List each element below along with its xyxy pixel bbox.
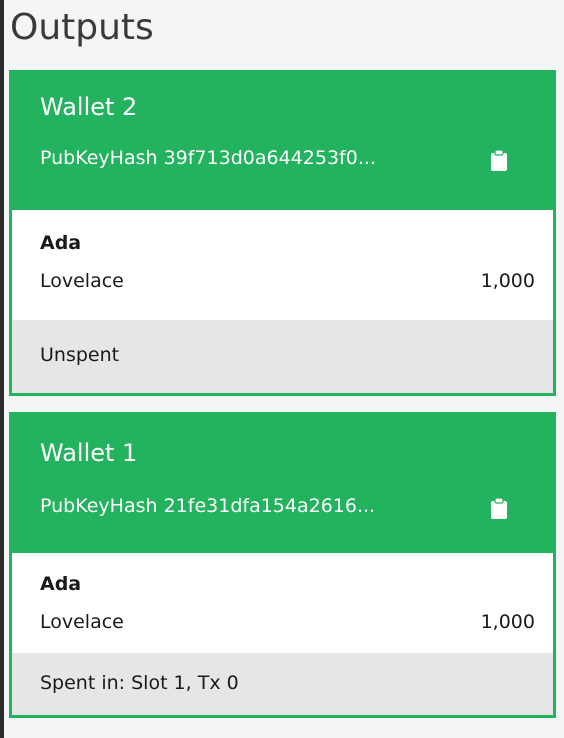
token-amount: 1,000 — [480, 270, 535, 292]
output-card-value: Ada Lovelace 1,000 — [12, 210, 553, 320]
spent-status: Unspent — [40, 344, 120, 366]
output-card: Wallet 1 PubKeyHash 21fe31dfa154a2616...… — [9, 412, 556, 718]
token-name: Lovelace — [40, 270, 124, 292]
output-card: Wallet 2 PubKeyHash 39f713d0a644253f0...… — [9, 70, 556, 396]
clipboard-icon[interactable] — [491, 498, 507, 519]
pubkey-hash: PubKeyHash 39f713d0a644253f0... — [40, 147, 376, 169]
token-name: Lovelace — [40, 611, 124, 633]
clipboard-icon[interactable] — [491, 150, 507, 171]
currency-name: Ada — [40, 573, 82, 595]
currency-name: Ada — [40, 232, 82, 254]
pubkey-hash: PubKeyHash 21fe31dfa154a2616... — [40, 495, 376, 517]
output-card-header: Wallet 2 PubKeyHash 39f713d0a644253f0... — [12, 73, 553, 210]
token-amount: 1,000 — [480, 611, 535, 633]
left-edge-bar — [0, 0, 4, 738]
spent-status: Spent in: Slot 1, Tx 0 — [40, 672, 239, 694]
output-card-footer: Spent in: Slot 1, Tx 0 — [12, 653, 553, 715]
page-title: Outputs — [10, 7, 154, 48]
output-card-value: Ada Lovelace 1,000 — [12, 553, 553, 653]
output-card-footer: Unspent — [12, 320, 553, 393]
output-card-header: Wallet 1 PubKeyHash 21fe31dfa154a2616... — [12, 415, 553, 553]
wallet-name: Wallet 1 — [40, 439, 138, 467]
wallet-name: Wallet 2 — [40, 93, 138, 121]
